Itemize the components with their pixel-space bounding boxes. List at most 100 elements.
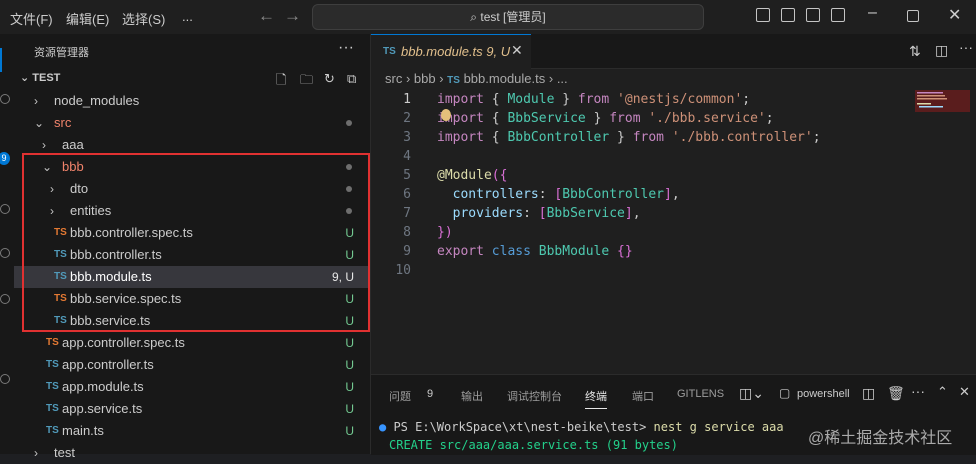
file-item[interactable]: TS main.ts U [14, 420, 370, 442]
tab-problems[interactable]: 问题 [389, 388, 411, 404]
line-content: @Module({ [437, 168, 508, 183]
breadcrumb-file[interactable]: bbb.module.ts [464, 71, 546, 86]
minimize-icon[interactable]: – [868, 4, 877, 22]
compare-changes-icon[interactable]: ⇅ [909, 43, 921, 60]
tab-gitlens[interactable]: GITLENS [677, 388, 724, 400]
toggle-secondary-sidebar-icon[interactable] [806, 8, 820, 22]
line-content: }) [437, 225, 453, 240]
file-item[interactable]: TS app.controller.spec.ts U [14, 332, 370, 354]
typescript-file-icon: TS [46, 359, 59, 370]
typescript-file-icon: TS [383, 46, 396, 57]
file-item[interactable]: TS app.module.ts U [14, 376, 370, 398]
project-header[interactable]: ⌄ TEST [20, 71, 60, 84]
account-icon[interactable] [0, 374, 10, 384]
line-content: controllers: [BbbController], [452, 187, 680, 202]
maximize-panel-icon[interactable]: ⌃ [937, 384, 948, 400]
git-status: U [345, 424, 354, 438]
code-line: 5 @Module({ [371, 166, 911, 185]
more-actions-icon[interactable]: ··· [338, 39, 354, 57]
item-label: app.module.ts [62, 379, 144, 394]
tab-label: bbb.module.ts 9, U [401, 44, 511, 59]
line-number: 2 [403, 111, 411, 126]
menu-edit[interactable]: 编辑(E) [66, 9, 109, 28]
tab-output[interactable]: 输出 [461, 388, 483, 404]
line-number: 8 [403, 225, 411, 240]
close-window-icon[interactable]: ✕ [948, 5, 961, 25]
item-label: app.controller.spec.ts [62, 335, 185, 350]
terminal-line-1: ● PS E:\WorkSpace\xt\nest-beike\test> ne… [379, 420, 784, 434]
git-status: U [345, 380, 354, 394]
code-line: 8}) [371, 223, 911, 242]
line-number: 1 [403, 92, 411, 107]
search-view-icon[interactable] [0, 94, 10, 104]
chevron-down-icon: ⌄ [20, 72, 33, 84]
code-editor[interactable]: 1 import { Module } from '@nestjs/common'… [371, 90, 911, 280]
line-number: 5 [403, 168, 411, 183]
prompt-dot-icon: ● [379, 420, 394, 434]
line-number: 9 [403, 244, 411, 259]
terminal-shell-name[interactable]: powershell [797, 388, 850, 400]
tab-debug-console[interactable]: 调试控制台 [507, 388, 562, 404]
tab-ports[interactable]: 端口 [632, 388, 654, 404]
menu-file[interactable]: 文件(F) [10, 9, 53, 28]
item-label: app.controller.ts [62, 357, 154, 372]
tab-bar: TS bbb.module.ts 9, U ✕ ⇅ ◫ ··· [371, 34, 976, 69]
lightbulb-icon[interactable] [441, 109, 451, 121]
breadcrumb-more[interactable]: ... [557, 71, 568, 86]
tab-terminal[interactable]: 终端 [585, 388, 607, 409]
git-status: U [345, 358, 354, 372]
line-number: 4 [403, 149, 411, 164]
code-line: 10 [371, 261, 911, 280]
code-line: 1 import { Module } from '@nestjs/common'… [371, 90, 911, 109]
editor-more-icon[interactable]: ··· [959, 39, 973, 55]
line-content: import { BbbController } from './bbb.con… [437, 130, 821, 145]
split-editor-icon[interactable]: ◫ [935, 42, 948, 59]
close-panel-icon[interactable]: ✕ [959, 384, 970, 400]
folder-item[interactable]: ⌄ src [14, 112, 370, 134]
forward-arrow-icon[interactable]: → [284, 6, 301, 26]
typescript-file-icon: TS [46, 403, 59, 414]
kill-terminal-icon[interactable]: 🗑 [887, 385, 905, 402]
item-label: node_modules [54, 93, 140, 108]
activity-bar: 9 [0, 34, 14, 454]
git-status: U [345, 402, 354, 416]
typescript-file-icon: TS [46, 425, 59, 436]
chevron-right-icon: › [34, 446, 38, 460]
line-number: 6 [403, 187, 411, 202]
chevron-down-icon: ⌄ [34, 116, 45, 130]
file-item[interactable]: TS app.controller.ts U [14, 354, 370, 376]
breadcrumb-src[interactable]: src [385, 71, 402, 86]
remote-icon[interactable] [0, 294, 10, 304]
breadcrumb-bbb[interactable]: bbb [414, 71, 436, 86]
command-center-search[interactable]: ⌕ test [管理员] [312, 4, 704, 30]
toggle-sidebar-icon[interactable] [756, 8, 770, 22]
watermark: @稀土掘金技术社区 [808, 430, 953, 447]
code-line: 2 import { BbbService } from './bbb.servi… [371, 109, 911, 128]
run-debug-icon[interactable] [0, 204, 10, 214]
new-terminal-layout-icon[interactable]: ◫⌄ [739, 385, 764, 402]
refresh-icon[interactable]: ↻ [324, 71, 335, 87]
layout-icon[interactable] [831, 8, 845, 22]
menu-selection[interactable]: 选择(S) [122, 9, 165, 28]
toggle-panel-icon[interactable] [781, 8, 795, 22]
close-tab-icon[interactable]: ✕ [511, 42, 523, 59]
search-text: test [管理员] [480, 10, 546, 24]
tab-bbb-module[interactable]: TS bbb.module.ts 9, U ✕ [371, 34, 531, 69]
back-arrow-icon[interactable]: ← [258, 6, 275, 26]
collapse-all-icon[interactable]: ⧉ [347, 71, 356, 87]
panel-more-icon[interactable]: ··· [911, 383, 925, 399]
file-item[interactable]: TS app.service.ts U [14, 398, 370, 420]
title-bar: 文件(F) 编辑(E) 选择(S) ... ← → ⌕ test [管理员] –… [0, 0, 976, 34]
code-line: 9 export class BbbModule {} [371, 242, 911, 261]
terminal-line-2: CREATE src/aaa/aaa.service.ts (91 bytes) [389, 438, 678, 452]
git-status: U [345, 336, 354, 350]
folder-item[interactable]: › test [14, 442, 370, 464]
folder-item[interactable]: › node_modules [14, 90, 370, 112]
terminal-prompt: PS E:\WorkSpace\xt\nest-beike\test> [393, 420, 654, 434]
split-terminal-icon[interactable]: ◫ [862, 385, 875, 402]
extensions-icon[interactable] [0, 248, 10, 258]
minimap [915, 90, 970, 112]
menu-more[interactable]: ... [182, 9, 193, 24]
maximize-icon[interactable] [907, 10, 919, 22]
line-number: 10 [395, 263, 411, 278]
